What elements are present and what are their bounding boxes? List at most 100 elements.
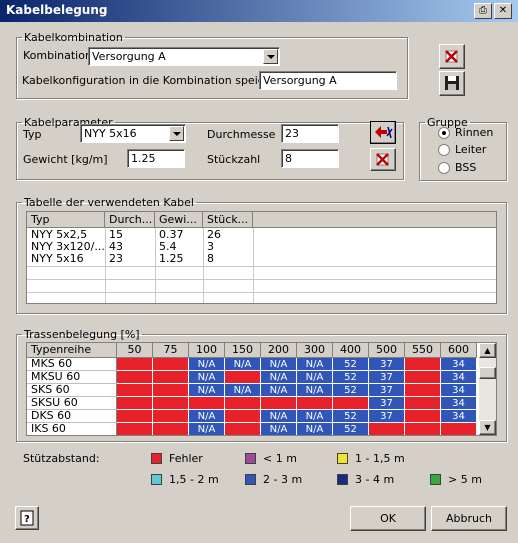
- kombination-save-input[interactable]: [259, 71, 397, 90]
- help-button[interactable]: ?: [15, 506, 39, 530]
- grid-cell-blue[interactable]: N/A: [189, 423, 225, 435]
- grid-column-header[interactable]: 300: [297, 343, 333, 358]
- grid-cell-blue[interactable]: 34: [441, 397, 477, 410]
- grid-cell-blue[interactable]: 34: [441, 384, 477, 397]
- durchmesser-input[interactable]: [281, 124, 339, 143]
- grid-cell-blue[interactable]: N/A: [297, 423, 333, 435]
- grid-cell-blue[interactable]: 37: [369, 410, 405, 423]
- grid-cell-blue[interactable]: N/A: [189, 358, 225, 371]
- grid-cell-red[interactable]: [117, 371, 153, 384]
- save-combination-button[interactable]: [439, 71, 465, 96]
- grid-cell-blue[interactable]: N/A: [261, 410, 297, 423]
- grid-cell-blue[interactable]: 52: [333, 423, 369, 435]
- grid-cell-red[interactable]: [117, 397, 153, 410]
- grid-cell-red[interactable]: [441, 423, 477, 435]
- column-header-typ[interactable]: Typ: [27, 212, 105, 228]
- grid-cell-red[interactable]: [189, 397, 225, 410]
- typ-select[interactable]: NYY 5x16: [80, 124, 186, 143]
- trasse-grid[interactable]: Typenreihe 50 75 100 150 200 300 400 500 550 600 MK…: [26, 342, 497, 436]
- grid-cell-blue[interactable]: N/A: [189, 371, 225, 384]
- grid-cell-red[interactable]: [117, 358, 153, 371]
- grid-column-header[interactable]: 400: [333, 343, 369, 358]
- grid-column-header[interactable]: 50: [117, 343, 153, 358]
- column-header-stueckzahl[interactable]: Stück...: [203, 212, 253, 228]
- grid-cell-blue[interactable]: 34: [441, 358, 477, 371]
- grid-cell-blue[interactable]: N/A: [297, 371, 333, 384]
- grid-cell-blue[interactable]: 52: [333, 410, 369, 423]
- grid-cell-blue[interactable]: N/A: [297, 410, 333, 423]
- close-icon[interactable]: ✕: [494, 3, 512, 19]
- grid-cell-red[interactable]: [153, 410, 189, 423]
- grid-cell-blue[interactable]: 52: [333, 384, 369, 397]
- grid-cell-red[interactable]: [261, 397, 297, 410]
- grid-cell-red[interactable]: [225, 371, 261, 384]
- grid-cell-blue[interactable]: N/A: [225, 384, 261, 397]
- grid-column-header[interactable]: 200: [261, 343, 297, 358]
- grid-cell-blue[interactable]: 37: [369, 371, 405, 384]
- kombination-select[interactable]: Versorgung A: [88, 47, 280, 66]
- grid-cell-blue[interactable]: 37: [369, 358, 405, 371]
- grid-cell-blue[interactable]: 34: [441, 410, 477, 423]
- grid-cell-blue[interactable]: N/A: [261, 423, 297, 435]
- stueckzahl-input[interactable]: [281, 149, 339, 168]
- grid-cell-red[interactable]: [225, 423, 261, 435]
- grid-cell-red[interactable]: [333, 397, 369, 410]
- grid-cell-red[interactable]: [405, 410, 441, 423]
- grid-cell-red[interactable]: [297, 397, 333, 410]
- grid-cell-red[interactable]: [153, 397, 189, 410]
- gewicht-input[interactable]: [127, 149, 185, 168]
- ok-button[interactable]: OK: [350, 506, 426, 531]
- printer-icon[interactable]: ⎙: [474, 3, 492, 19]
- grid-cell-red[interactable]: [153, 423, 189, 435]
- grid-cell-blue[interactable]: N/A: [189, 410, 225, 423]
- grid-cell-red[interactable]: [117, 410, 153, 423]
- column-header-durchmesser[interactable]: Durch...: [105, 212, 155, 228]
- grid-cell-blue[interactable]: N/A: [297, 358, 333, 371]
- grid-cell-blue[interactable]: N/A: [261, 358, 297, 371]
- grid-cell-red[interactable]: [405, 371, 441, 384]
- grid-cell-red[interactable]: [405, 397, 441, 410]
- grid-header-typenreihe[interactable]: Typenreihe: [27, 343, 117, 358]
- grid-cell-blue[interactable]: 52: [333, 358, 369, 371]
- grid-column-header[interactable]: 150: [225, 343, 261, 358]
- grid-cell-red[interactable]: [369, 423, 405, 435]
- grid-cell-red[interactable]: [225, 410, 261, 423]
- delete-combination-button[interactable]: [439, 44, 465, 69]
- scroll-thumb[interactable]: [479, 367, 496, 379]
- radio-leiter[interactable]: [438, 144, 450, 156]
- scroll-up-button[interactable]: ▲: [479, 343, 496, 358]
- grid-cell-blue[interactable]: N/A: [297, 384, 333, 397]
- grid-cell-blue[interactable]: 37: [369, 384, 405, 397]
- abbruch-button[interactable]: Abbruch: [431, 506, 507, 531]
- grid-cell-red[interactable]: [153, 384, 189, 397]
- grid-column-header[interactable]: 100: [189, 343, 225, 358]
- grid-column-header[interactable]: 600: [441, 343, 477, 358]
- grid-cell-blue[interactable]: N/A: [261, 384, 297, 397]
- radio-rinnen[interactable]: [438, 127, 450, 139]
- grid-column-header[interactable]: 500: [369, 343, 405, 358]
- chevron-down-icon[interactable]: [263, 49, 278, 64]
- grid-cell-red[interactable]: [405, 358, 441, 371]
- scroll-down-button[interactable]: ▼: [479, 420, 496, 435]
- grid-cell-red[interactable]: [153, 371, 189, 384]
- remove-cable-button[interactable]: [370, 148, 396, 171]
- grid-cell-red[interactable]: [117, 384, 153, 397]
- grid-cell-blue[interactable]: 52: [333, 371, 369, 384]
- vertical-scrollbar[interactable]: ▲ ▼: [479, 343, 496, 435]
- grid-cell-blue[interactable]: N/A: [225, 358, 261, 371]
- chevron-down-icon[interactable]: [169, 126, 184, 141]
- grid-cell-blue[interactable]: N/A: [261, 371, 297, 384]
- cable-table[interactable]: Typ Durch... Gewi... Stück... NYY 5x2,5 …: [26, 211, 497, 304]
- grid-cell-blue[interactable]: 34: [441, 371, 477, 384]
- grid-cell-red[interactable]: [117, 423, 153, 435]
- grid-cell-blue[interactable]: N/A: [189, 384, 225, 397]
- radio-bss[interactable]: [438, 162, 450, 174]
- grid-column-header[interactable]: 550: [405, 343, 441, 358]
- grid-column-header[interactable]: 75: [153, 343, 189, 358]
- add-cable-button[interactable]: [370, 121, 396, 144]
- grid-cell-red[interactable]: [153, 358, 189, 371]
- grid-cell-red[interactable]: [405, 423, 441, 435]
- column-header-gewicht[interactable]: Gewi...: [155, 212, 203, 228]
- grid-cell-red[interactable]: [405, 384, 441, 397]
- grid-cell-red[interactable]: [225, 397, 261, 410]
